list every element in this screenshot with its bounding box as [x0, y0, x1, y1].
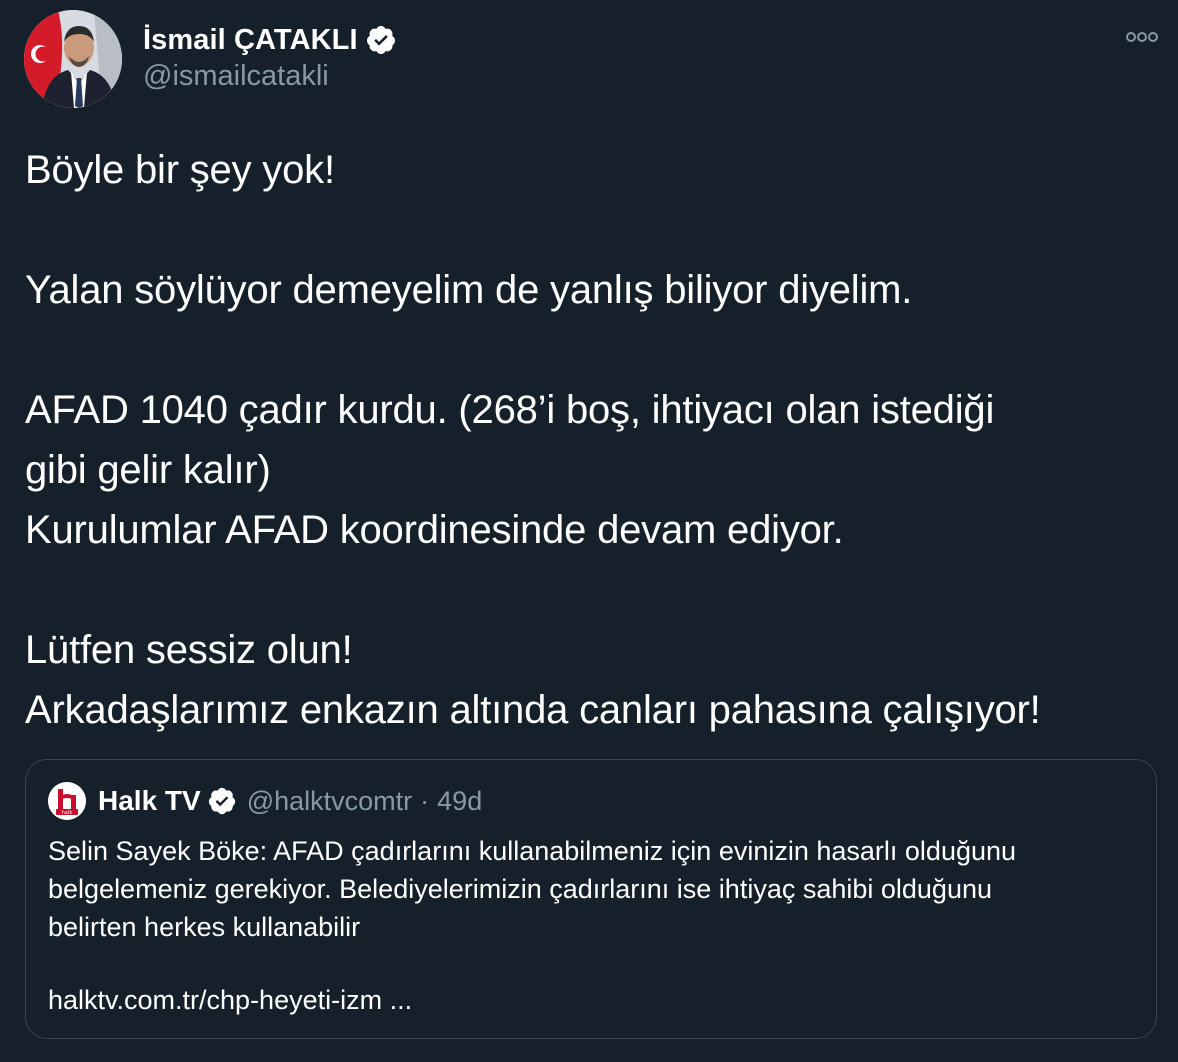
tweet-text: Böyle bir şey yok! Yalan söylüyor demeye…: [25, 140, 1155, 740]
quoted-link[interactable]: halktv.com.tr/chp-heyeti-izm ...: [48, 985, 412, 1016]
author-name-row: İsmail ÇATAKLI: [143, 20, 397, 60]
tweet-text-line: Lütfen sessiz olun!: [25, 628, 353, 672]
quoted-text-line: belirten herkes kullanabilir: [48, 912, 361, 942]
tweet-text-line: gibi gelir kalır): [25, 448, 271, 492]
quoted-tweet[interactable]: halk Halk TV @halktvcomtr · 49d Selin Sa…: [25, 759, 1157, 1039]
quoted-timestamp[interactable]: 49d: [437, 786, 482, 817]
quoted-author-name[interactable]: Halk TV: [98, 785, 201, 817]
tweet: İsmail ÇATAKLI @ismailcatakli Böyle bir …: [0, 0, 1178, 1062]
quoted-text-line: belgelemeniz gerekiyor. Belediyelerimizi…: [48, 874, 992, 904]
verified-badge-icon: [365, 24, 397, 56]
tweet-text-line: AFAD 1040 çadır kurdu. (268’i boş, ihtiy…: [25, 388, 995, 432]
halk-tv-logo-icon[interactable]: halk: [48, 782, 86, 820]
tweet-text-line: [25, 560, 1155, 620]
quoted-tweet-header: halk Halk TV @halktvcomtr · 49d: [48, 782, 482, 820]
tweet-text-line: Böyle bir şey yok!: [25, 148, 335, 192]
verified-badge-icon: [207, 786, 237, 816]
author-avatar[interactable]: [24, 10, 122, 108]
tweet-text-line: [25, 320, 1155, 380]
more-options-icon: [1126, 32, 1158, 42]
tweet-text-line: Kurulumlar AFAD koordinesinde devam ediy…: [25, 508, 844, 552]
more-options-button[interactable]: [1123, 24, 1161, 50]
svg-text:halk: halk: [62, 810, 73, 816]
tweet-text-line: Arkadaşlarımız enkazın altında canları p…: [25, 688, 1041, 732]
quoted-text-line: Selin Sayek Böke: AFAD çadırlarını kulla…: [48, 836, 1017, 866]
quoted-separator: ·: [420, 785, 430, 816]
author-name[interactable]: İsmail ÇATAKLI: [143, 24, 358, 57]
quoted-tweet-text: Selin Sayek Böke: AFAD çadırlarını kulla…: [48, 832, 1138, 946]
profile-photo-icon: [24, 10, 122, 108]
tweet-text-line: [25, 200, 1155, 260]
author-handle[interactable]: @ismailcatakli: [143, 60, 329, 93]
quoted-author-handle[interactable]: @halktvcomtr: [247, 786, 412, 817]
tweet-text-line: Yalan söylüyor demeyelim de yanlış biliy…: [25, 268, 913, 312]
